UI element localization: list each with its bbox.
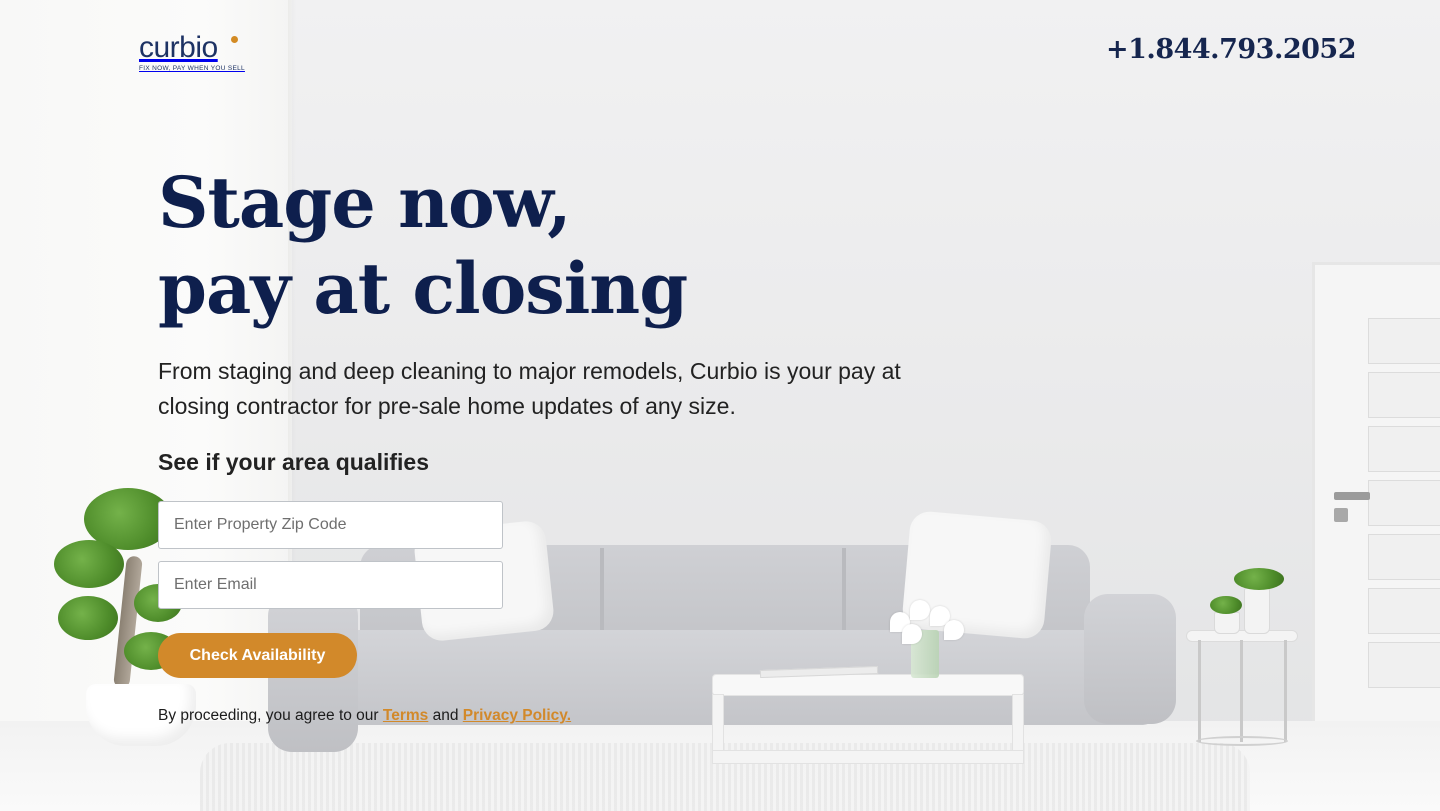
door-panel: [1368, 372, 1440, 418]
door-handle: [1334, 492, 1370, 500]
side-table-ring: [1196, 736, 1288, 746]
door-panel: [1368, 642, 1440, 688]
succulent-plant: [1234, 568, 1284, 590]
sofa-cushion-divider: [842, 548, 846, 640]
email-input[interactable]: [158, 561, 503, 609]
check-availability-button[interactable]: Check Availability: [158, 633, 357, 678]
door-panel: [1368, 426, 1440, 472]
legal-notice: By proceeding, you agree to our Terms an…: [158, 707, 571, 725]
title-line-1: Stage now,: [158, 161, 572, 244]
legal-suffix: .: [566, 707, 572, 724]
page-title: Stage now, pay at closing: [158, 160, 858, 332]
small-plant-pot: [1214, 612, 1240, 634]
door-panel: [1368, 318, 1440, 364]
plant-pot: [1244, 588, 1270, 634]
coffee-table-top: [712, 674, 1024, 696]
privacy-policy-label: Privacy Policy: [462, 707, 567, 724]
door-panel: [1368, 480, 1440, 526]
sofa-arm-right: [1084, 594, 1176, 724]
side-table-leg: [1198, 640, 1201, 742]
zip-code-input[interactable]: [158, 501, 503, 549]
side-table-leg: [1240, 640, 1243, 742]
coffee-table-base: [712, 750, 1024, 764]
flower: [910, 600, 930, 620]
legal-conjunction: and: [432, 707, 459, 724]
logo-tagline: FIX NOW, PAY WHEN YOU SELL: [139, 65, 245, 72]
qualify-heading: See if your area qualifies: [158, 449, 430, 475]
phone-number-link[interactable]: +1.844.793.2052: [1106, 34, 1356, 65]
privacy-policy-link[interactable]: Privacy Policy.: [463, 707, 571, 724]
door-panel: [1368, 588, 1440, 634]
door-panel: [1368, 534, 1440, 580]
small-plant: [1210, 596, 1242, 614]
sofa-cushion-divider: [600, 548, 604, 640]
door-lock: [1334, 508, 1348, 522]
bonsai-foliage: [54, 540, 124, 588]
pillow: [901, 510, 1053, 640]
title-line-2: pay at closing: [158, 247, 688, 330]
curbio-logo[interactable]: curbio FIX NOW, PAY WHEN YOU SELL: [139, 32, 249, 76]
terms-link[interactable]: Terms: [383, 707, 428, 724]
bonsai-foliage: [58, 596, 118, 640]
flower: [944, 620, 964, 640]
hero-description: From staging and deep cleaning to major …: [158, 358, 901, 419]
legal-prefix: By proceeding, you agree to our: [158, 707, 379, 724]
logo-accent-dot: [231, 36, 238, 43]
side-table-leg: [1284, 640, 1287, 742]
flower: [902, 624, 922, 644]
